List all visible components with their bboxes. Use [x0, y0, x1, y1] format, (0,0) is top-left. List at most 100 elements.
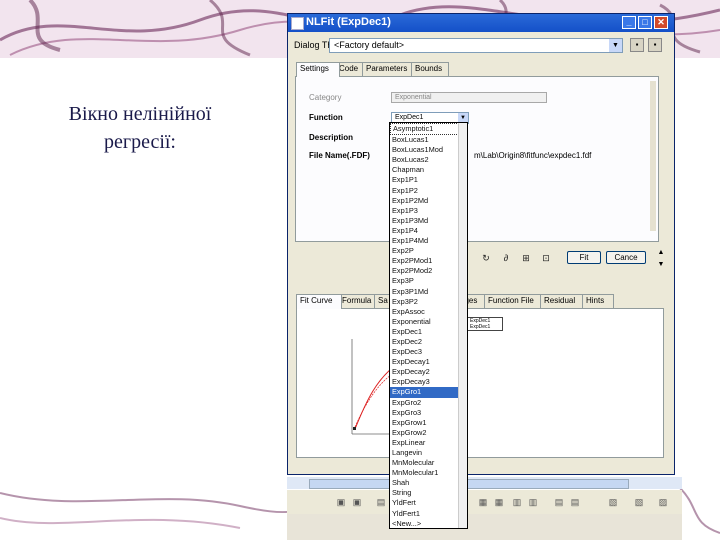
settings-panel: Category Exponential Function ExpDec1 ▼ … — [295, 76, 659, 242]
toolbar-icon[interactable]: ▦ — [493, 496, 505, 508]
function-option[interactable]: Exp3P1Md — [390, 287, 467, 297]
toolbar-icon[interactable]: ▦ — [477, 496, 489, 508]
fit-curve-preview: ExpDec1 ExpDec1 — [296, 308, 664, 458]
toolbar-icon[interactable]: ▧ — [607, 496, 619, 508]
function-option[interactable]: ExpLinear — [390, 438, 467, 448]
dialog-theme-row: Dialog Theme <Factory default> ▼ ▪ ▪ — [292, 38, 670, 56]
cancel-button[interactable]: Cance — [606, 251, 646, 264]
function-option[interactable]: MnMolecular1 — [390, 468, 467, 478]
function-option[interactable]: ExpDecay2 — [390, 367, 467, 377]
fit-curve-plot — [351, 339, 398, 435]
nlfit-window: NLFit (ExpDec1) _ □ ✕ Dialog Theme <Fact… — [287, 13, 675, 475]
origin-toolbar: ▣ ▣ ▤ ▦ ▦ ▥ ▥ ▤ ▤ ▧ ▧ ▨ — [287, 490, 682, 514]
function-option[interactable]: ExpGro3 — [390, 408, 467, 418]
toolbar-icon[interactable]: ▤ — [553, 496, 565, 508]
tab-parameters[interactable]: Parameters — [362, 62, 416, 76]
function-option[interactable]: ExpGro2 — [390, 398, 467, 408]
dialog-theme-select[interactable]: <Factory default> ▼ — [329, 38, 623, 53]
toolbar-icon[interactable]: ▧ — [633, 496, 645, 508]
function-option[interactable]: Exp1P3 — [390, 206, 467, 216]
caption-line-2: регресії: — [103, 131, 176, 153]
slide-caption: Вікно нелінійної регресії: — [30, 100, 250, 156]
function-option[interactable]: Exponential — [390, 317, 467, 327]
function-option[interactable]: BoxLucas2 — [390, 155, 467, 165]
function-option[interactable]: Exp1P2Md — [390, 196, 467, 206]
function-option[interactable]: ExpGro1 — [390, 387, 467, 398]
function-option[interactable]: Exp2PMod2 — [390, 266, 467, 276]
tab-bounds[interactable]: Bounds — [411, 62, 449, 76]
tab-formula[interactable]: Formula — [338, 294, 378, 308]
origin-toolbar-2 — [287, 514, 682, 540]
function-dropdown-list[interactable]: Asymptotic1 BoxLucas1 BoxLucas1Mod BoxLucas… — [389, 122, 468, 529]
function-option[interactable]: ExpDec1 — [390, 327, 467, 337]
status-strip — [287, 477, 682, 489]
toolbar-icon[interactable]: ▨ — [657, 496, 669, 508]
function-option[interactable]: ExpDecay3 — [390, 377, 467, 387]
legend-entry: ExpDec1 — [470, 324, 491, 330]
function-option[interactable]: ExpDec2 — [390, 337, 467, 347]
function-option[interactable]: Exp2PMod1 — [390, 256, 467, 266]
function-option[interactable]: Langevin — [390, 448, 467, 458]
function-option[interactable]: BoxLucas1Mod — [390, 145, 467, 155]
function-option[interactable]: Exp3P2 — [390, 297, 467, 307]
toolbar-icon[interactable]: ▤ — [375, 496, 387, 508]
function-option[interactable]: Exp3P — [390, 276, 467, 286]
close-button[interactable]: ✕ — [654, 16, 668, 29]
function-option[interactable]: ExpAssoc — [390, 307, 467, 317]
toolbar-icon[interactable]: ▣ — [351, 496, 363, 508]
function-option[interactable]: MnMolecular — [390, 458, 467, 468]
function-option[interactable]: Exp1P4 — [390, 226, 467, 236]
refresh-icon[interactable]: ↻ — [478, 250, 494, 266]
function-option[interactable]: BoxLucas1 — [390, 135, 467, 145]
formula-icon[interactable]: ∂ — [498, 250, 514, 266]
description-label: Description — [309, 133, 354, 142]
function-option[interactable]: Exp1P3Md — [390, 216, 467, 226]
panel-scrollbar[interactable] — [650, 81, 656, 231]
function-option[interactable]: YldFert — [390, 498, 467, 508]
tab-hints[interactable]: Hints — [582, 294, 614, 308]
category-label: Category — [309, 93, 342, 102]
function-option[interactable]: Exp1P4Md — [390, 236, 467, 246]
tab-residual[interactable]: Residual — [540, 294, 586, 308]
fit-button[interactable]: Fit — [567, 251, 601, 264]
tab-settings[interactable]: Settings — [296, 62, 340, 77]
param-icon[interactable]: ⊡ — [538, 250, 554, 266]
toolbar-icon[interactable]: ▤ — [569, 496, 581, 508]
function-option[interactable]: Exp1P2 — [390, 186, 467, 196]
collapse-up-icon[interactable]: ▲ — [656, 248, 666, 258]
function-label: Function — [309, 113, 343, 122]
window-titlebar[interactable]: NLFit (ExpDec1) _ □ ✕ — [288, 14, 674, 32]
function-option[interactable]: Shah — [390, 478, 467, 488]
function-option[interactable]: YldFert1 — [390, 509, 467, 519]
chevron-down-icon[interactable]: ▼ — [609, 39, 622, 52]
maximize-button[interactable]: □ — [638, 16, 652, 29]
function-option[interactable]: <New...> — [390, 519, 467, 529]
function-option[interactable]: Exp2P — [390, 246, 467, 256]
file-name-value: m\Lab\Origin8\fitfunc\expdec1.fdf — [474, 151, 592, 160]
function-option[interactable]: ExpDec3 — [390, 347, 467, 357]
save-icon[interactable]: ▪ — [630, 38, 644, 52]
function-option[interactable]: ExpGrow2 — [390, 428, 467, 438]
chart-icon[interactable]: ⊞ — [518, 250, 534, 266]
save-as-icon[interactable]: ▪ — [648, 38, 662, 52]
function-value: ExpDec1 — [395, 114, 424, 121]
minimize-button[interactable]: _ — [622, 16, 636, 29]
function-option[interactable]: String — [390, 488, 467, 498]
toolbar-icon[interactable]: ▥ — [511, 496, 523, 508]
toolbar-icon[interactable]: ▣ — [335, 496, 347, 508]
dropdown-scrollbar[interactable] — [458, 123, 467, 528]
function-option[interactable]: ExpGrow1 — [390, 418, 467, 428]
function-option[interactable]: Chapman — [390, 165, 467, 175]
category-field[interactable]: Exponential — [391, 92, 547, 103]
tab-function-file[interactable]: Function File — [484, 294, 544, 308]
expand-down-icon[interactable]: ▼ — [656, 260, 666, 270]
dialog-theme-value: <Factory default> — [334, 40, 405, 50]
function-option[interactable]: Asymptotic1 — [390, 123, 467, 136]
app-icon — [291, 17, 304, 30]
function-options: Asymptotic1 BoxLucas1 BoxLucas1Mod BoxLucas… — [390, 123, 467, 529]
function-option[interactable]: Exp1P1 — [390, 175, 467, 185]
progress-bar — [309, 479, 629, 489]
toolbar-icon[interactable]: ▥ — [527, 496, 539, 508]
tab-fit-curve[interactable]: Fit Curve — [296, 294, 342, 309]
function-option[interactable]: ExpDecay1 — [390, 357, 467, 367]
